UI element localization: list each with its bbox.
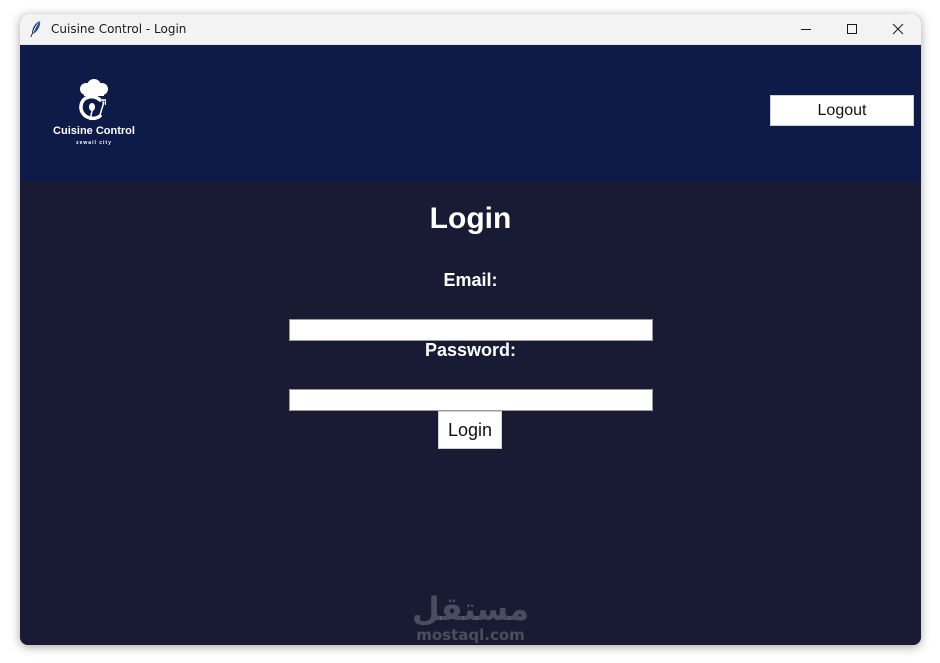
logo: Cuisine Control zewail city [44, 78, 144, 158]
feather-icon [30, 21, 41, 38]
email-field[interactable] [289, 319, 653, 341]
minimize-button[interactable] [783, 14, 829, 44]
logo-subtitle: zewail city [76, 140, 112, 146]
app-window: Cuisine Control - Login Cuisine Control … [20, 14, 921, 645]
page-title: Login [429, 202, 512, 235]
password-label: Password: [424, 340, 517, 360]
maximize-button[interactable] [829, 14, 875, 44]
desktop: Cuisine Control - Login Cuisine Control … [0, 0, 940, 663]
title-bar[interactable]: Cuisine Control - Login [20, 14, 921, 45]
chef-hat-icon [79, 79, 108, 121]
window-title: Cuisine Control - Login [51, 22, 187, 36]
watermark: مستقل mostaql.com [20, 591, 921, 643]
close-icon [892, 23, 904, 35]
app-header: Cuisine Control zewail city Logout [20, 45, 921, 181]
close-button[interactable] [875, 14, 921, 44]
login-button[interactable]: Login [438, 411, 502, 449]
password-field[interactable] [289, 389, 653, 411]
maximize-icon [847, 24, 857, 34]
minimize-icon [801, 29, 811, 30]
watermark-latin: mostaql.com [416, 626, 525, 644]
logo-name: Cuisine Control [53, 125, 135, 137]
email-label: Email: [443, 270, 498, 290]
watermark-arabic: مستقل [411, 590, 530, 628]
logout-button[interactable]: Logout [770, 95, 914, 126]
login-form: Login Email: Password: Login مستقل mosta… [20, 181, 921, 645]
